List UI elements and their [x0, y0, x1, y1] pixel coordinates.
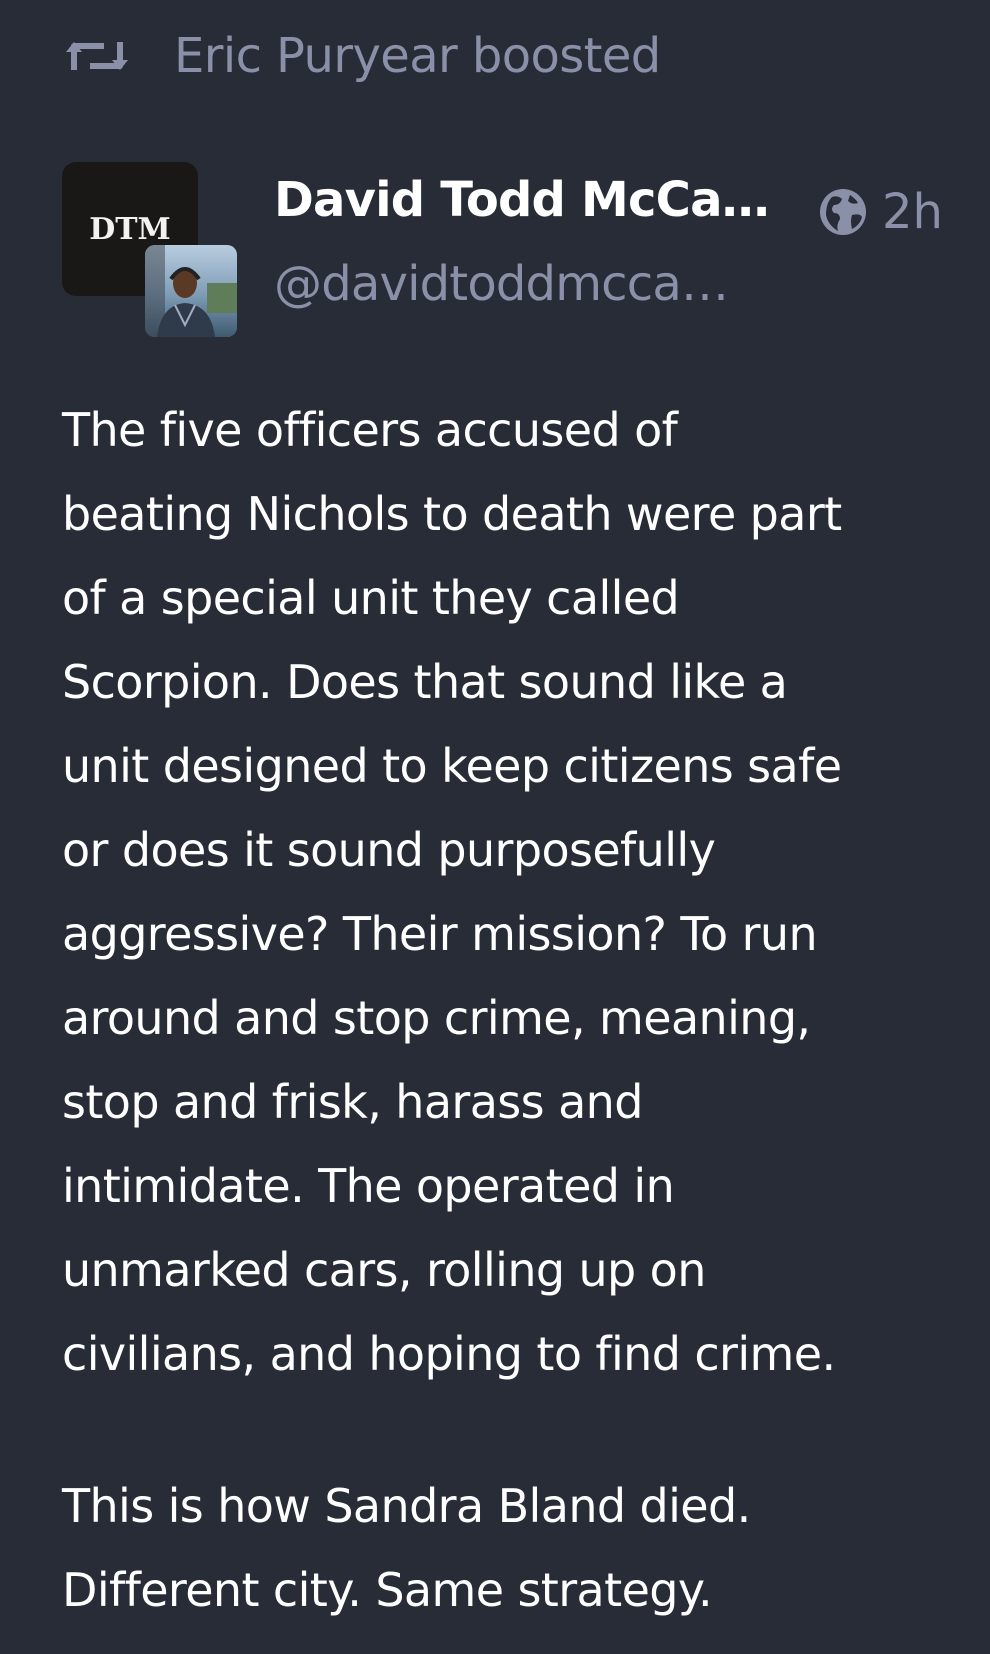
status-paragraph: The five officers accused of beating Nic… [62, 403, 842, 1381]
account-avatar[interactable]: DTM [62, 162, 238, 338]
relative-time[interactable]: 2h [882, 184, 943, 240]
boost-indicator[interactable]: Eric Puryear boosted [66, 26, 661, 86]
boost-icon [66, 36, 128, 76]
account-handle[interactable]: @davidtoddmcca… [274, 256, 729, 312]
svg-text:DTM: DTM [89, 212, 171, 247]
status-content: The five officers accused of beating Nic… [62, 388, 942, 1632]
booster-avatar[interactable] [145, 245, 237, 337]
status-meta: 2h [818, 184, 943, 240]
boost-label[interactable]: Eric Puryear boosted [174, 28, 661, 84]
status-paragraph: This is how Sandra Bland died. Different… [62, 1479, 751, 1617]
globe-icon [818, 187, 868, 237]
display-name[interactable]: David Todd McCa… [274, 172, 770, 228]
